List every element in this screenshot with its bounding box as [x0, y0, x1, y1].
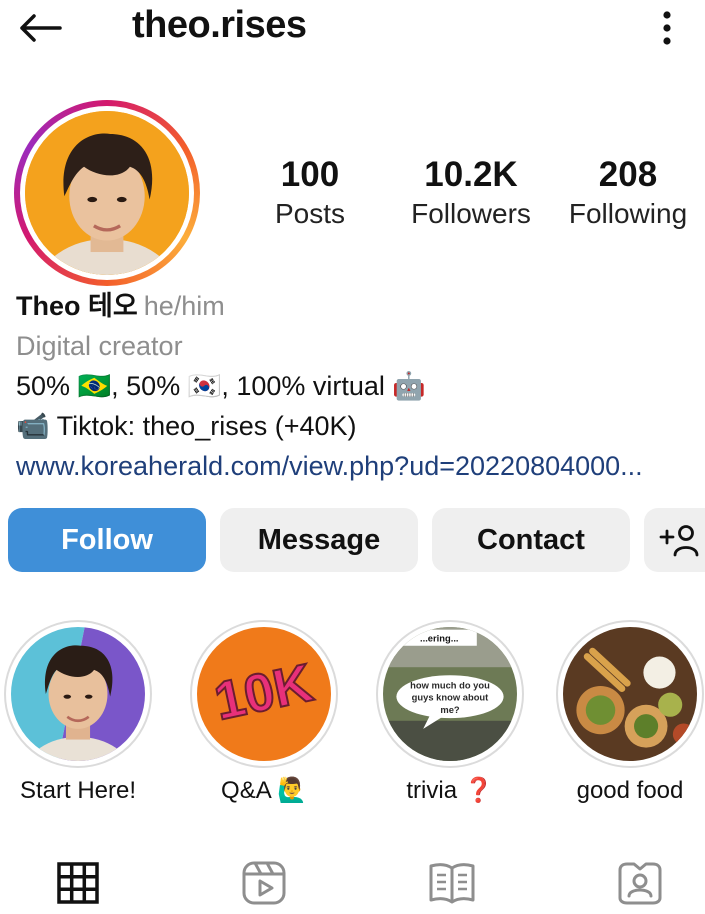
message-button[interactable]: Message [220, 508, 418, 572]
highlight-cover-caption: ...ering... [420, 634, 459, 644]
posts-label: Posts [274, 198, 346, 229]
more-vertical-icon [663, 11, 671, 45]
stat-posts[interactable]: 100 Posts [250, 155, 370, 233]
bio-text-line-2: 📹 Tiktok: theo_rises (+40K) [16, 411, 357, 441]
highlight-qa[interactable]: 10K Q&A 🙋‍♂️ [184, 620, 344, 806]
tab-posts-grid[interactable] [48, 858, 108, 908]
more-options-button[interactable] [649, 8, 685, 48]
stat-followers[interactable]: 10.2K Followers [396, 155, 546, 233]
followers-count: 10.2K [424, 155, 518, 194]
highlight-cover [563, 627, 697, 761]
category-label: Digital creator [16, 331, 183, 361]
profile-stats: 100 Posts 10.2K Followers 208 Following [228, 155, 698, 245]
highlight-start-here[interactable]: Start Here! [0, 620, 158, 806]
display-name: Theo 테오 [16, 291, 138, 321]
highlight-label: trivia ❓ [406, 777, 494, 804]
profile-bio: Theo 테오 he/him Digital creator 50% 🇧🇷, 50… [16, 286, 701, 486]
highlight-label: Start Here! [19, 777, 137, 804]
profile-avatar[interactable] [14, 100, 200, 286]
following-label: Following [568, 198, 688, 229]
back-button[interactable] [14, 8, 66, 48]
pronouns: he/him [143, 291, 225, 321]
tab-guides[interactable] [422, 858, 482, 908]
highlight-cover [11, 627, 145, 761]
highlight-trivia[interactable]: ...ering... how much do you guys know ab… [370, 620, 530, 806]
follow-button[interactable]: Follow [8, 508, 206, 572]
tab-tagged[interactable] [610, 858, 670, 908]
avatar-image [25, 111, 189, 275]
story-highlights: Start Here! 10K Q&A 🙋‍♂️ [0, 620, 705, 810]
following-count: 208 [598, 155, 658, 194]
reels-icon [242, 861, 286, 905]
followers-label: Followers [411, 198, 531, 229]
bio-name-line: Theo 테오 he/him [16, 286, 701, 326]
highlight-cover: 10K [197, 627, 331, 761]
grid-icon [57, 862, 99, 904]
profile-tabs [0, 850, 705, 914]
bio-text-line-1: 50% 🇧🇷, 50% 🇰🇷, 100% virtual 🤖 [16, 371, 427, 401]
tab-reels[interactable] [234, 858, 294, 908]
suggested-users-button[interactable] [644, 508, 705, 572]
stat-following[interactable]: 208 Following [558, 155, 698, 233]
highlight-cover: ...ering... how much do you guys know ab… [383, 627, 517, 761]
profile-actions: Follow Message Contact [8, 508, 705, 572]
highlight-label: good food [576, 777, 684, 804]
add-user-icon [659, 525, 699, 557]
highlight-good-food[interactable]: good food [550, 620, 705, 806]
arrow-left-icon [20, 14, 62, 42]
top-bar: theo.rises [0, 0, 705, 60]
contact-button[interactable]: Contact [432, 508, 630, 572]
tagged-icon [618, 862, 662, 905]
highlight-cover-text: how much do you guys know about me? [410, 681, 490, 716]
avatar-portrait [25, 111, 189, 275]
bio-link[interactable]: www.koreaherald.com/view.php?ud=20220804… [16, 446, 701, 486]
guides-icon [429, 863, 475, 904]
profile-username: theo.rises [132, 4, 307, 46]
highlight-label: Q&A 🙋‍♂️ [221, 777, 307, 804]
posts-count: 100 [280, 155, 340, 194]
profile-page: theo.rises 100 Posts 10.2K Followers 208… [0, 0, 705, 914]
